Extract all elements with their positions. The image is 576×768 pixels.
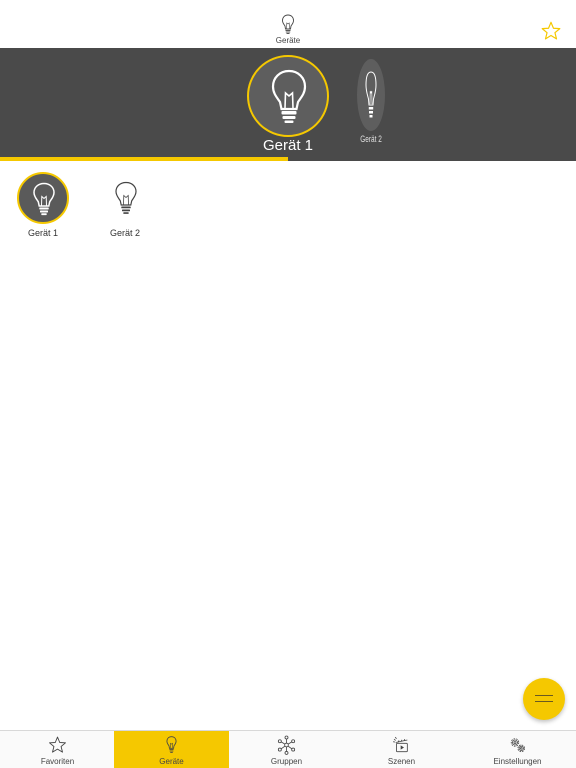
bulb-icon <box>271 69 307 123</box>
bulb-icon <box>33 182 55 216</box>
carousel-current-label: Gerät 1 <box>262 137 314 154</box>
star-icon <box>49 736 66 753</box>
device-tile-label: Gerät 2 <box>109 228 140 238</box>
device-tile-geraet-1[interactable]: Gerät 1 <box>3 161 83 245</box>
carousel-current-device[interactable] <box>247 55 329 137</box>
device-tile-circle[interactable] <box>99 172 151 224</box>
tab-einstellungen-label: Einstellungen <box>493 757 542 766</box>
carousel-next-device[interactable] <box>357 59 385 131</box>
bulb-icon <box>115 181 137 214</box>
bulb-icon <box>282 14 294 34</box>
device-tile-geraet-2[interactable]: Gerät 2 <box>85 161 165 245</box>
tab-szenen[interactable]: Szenen <box>344 731 459 768</box>
top-navigation-bar: Geräte <box>0 0 576 48</box>
page-title: Geräte <box>268 14 308 46</box>
device-carousel[interactable]: Gerät 1 Gerät 2 <box>0 48 576 161</box>
network-icon <box>277 735 296 755</box>
tab-einstellungen[interactable]: Einstellungen <box>460 731 575 768</box>
carousel-next-label: Gerät 2 <box>360 134 382 144</box>
tab-geraete[interactable]: Geräte <box>114 731 229 768</box>
tab-favoriten[interactable]: Favoriten <box>0 731 115 768</box>
bulb-icon <box>365 71 377 118</box>
bulb-icon <box>166 736 177 753</box>
gears-icon <box>510 738 525 753</box>
device-tile-label: Gerät 1 <box>27 228 58 238</box>
tab-favoriten-label: Favoriten <box>40 757 75 766</box>
device-tile-circle[interactable] <box>17 172 69 224</box>
tab-gruppen[interactable]: Gruppen <box>229 731 344 768</box>
star-outline-icon[interactable] <box>540 20 562 42</box>
tab-geraete-label: Geräte <box>159 757 184 766</box>
bottom-tab-bar: Favoriten Geräte Gruppen Szenen Einstell… <box>0 730 576 768</box>
page-title-label: Geräte <box>275 36 301 45</box>
scene-clapper-icon <box>393 736 408 753</box>
tab-gruppen-label: Gruppen <box>270 757 303 766</box>
menu-fab-button[interactable] <box>523 678 565 720</box>
tab-szenen-label: Szenen <box>387 757 416 766</box>
